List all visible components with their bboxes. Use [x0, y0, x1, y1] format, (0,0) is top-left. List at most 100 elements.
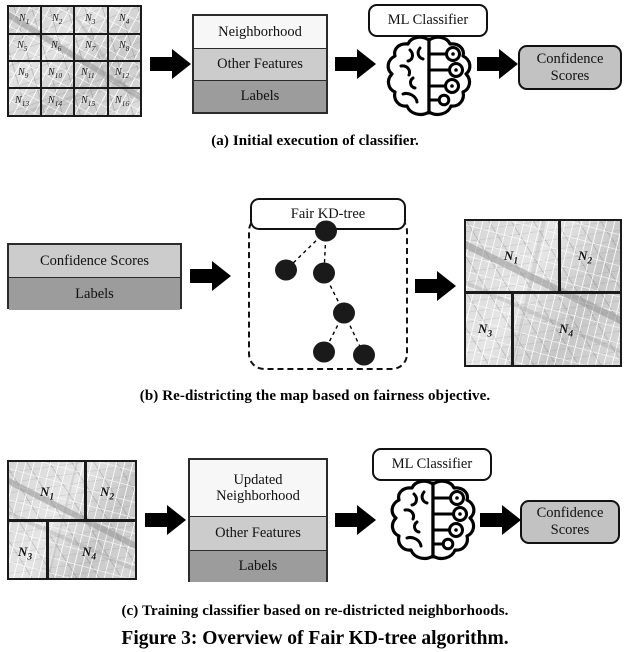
grid-cell-sub: 1 [25, 17, 30, 26]
arrow-features-to-classifier [335, 47, 377, 81]
grid-cell-base: N [115, 95, 122, 106]
panel-c-caption: (c) Training classifier based on re-dist… [121, 603, 509, 619]
grid-cell-sub: 9 [24, 71, 29, 80]
grid-cell-label: N11 [81, 67, 95, 80]
region-label-n4: N4 [559, 321, 573, 340]
grid-cell-base: N [18, 67, 25, 78]
feature-stack-updated: Updated Neighborhood Other Features Labe… [188, 458, 328, 582]
feature-row-label: Other Features [215, 525, 301, 542]
grid-cell-label: N1 [19, 13, 29, 26]
feature-row-neighborhood: Neighborhood [194, 16, 326, 49]
feature-row-other-features: Other Features [194, 49, 326, 81]
region-base: N [100, 484, 110, 499]
region-sub: 4 [568, 329, 574, 340]
grid-line-h [9, 60, 140, 62]
grid-cell-label: N12 [115, 67, 129, 80]
redistricted-map-b: N1 N2 N3 N4 [464, 219, 622, 367]
region-label-n1: N1 [40, 484, 54, 503]
grid-cell-sub: 8 [125, 44, 130, 53]
ml-classifier-label-text: ML Classifier [387, 12, 469, 29]
grid-cell-base: N [17, 40, 24, 51]
confidence-scores-line2: Scores [550, 67, 590, 84]
region-base: N [559, 321, 569, 336]
region-base: N [504, 248, 514, 263]
region-label-n2: N2 [100, 484, 114, 503]
region-base: N [40, 484, 50, 499]
arrow-features-to-classifier [335, 503, 377, 537]
tree-node [275, 259, 297, 281]
district-divider-h [9, 519, 135, 522]
grid-cell-base: N [52, 13, 59, 24]
region-label-n1: N1 [504, 248, 518, 267]
brain-circuit-icon [383, 34, 475, 120]
grid-cell-base: N [48, 67, 55, 78]
ml-classifier-label-a: ML Classifier [368, 4, 488, 37]
region-label-n2: N2 [578, 248, 592, 267]
tree-node [353, 344, 375, 366]
feature-row-label: Labels [238, 558, 278, 575]
district-divider-v-top [558, 221, 561, 291]
feature-row-labels: Labels [194, 81, 326, 112]
feature-row-label: Labels [75, 285, 114, 302]
feature-row-other-features: Other Features [190, 517, 326, 551]
grid-cell-sub: 5 [23, 44, 28, 53]
grid-cell-sub: 14 [54, 99, 63, 108]
ml-classifier-label-c: ML Classifier [372, 448, 492, 481]
confidence-scores-box-c: Confidence Scores [520, 500, 620, 544]
feature-row-confidence-scores: Confidence Scores [9, 245, 180, 278]
tree-node [313, 262, 335, 284]
grid-line-h [9, 87, 140, 89]
ml-classifier-label-text: ML Classifier [391, 456, 473, 473]
arrow-input-to-tree [190, 259, 232, 293]
region-base: N [18, 544, 28, 559]
grid-cell-base: N [85, 13, 92, 24]
grid-cell-base: N [85, 40, 92, 51]
grid-cell-label: N8 [119, 40, 129, 53]
panel-a: N1 N2 N3 N4 N5 N6 N7 N8 N9 N10 N11 N12 N… [0, 0, 630, 155]
grid-cell-base: N [119, 40, 126, 51]
region-label-n3: N3 [18, 544, 32, 563]
region-base: N [578, 248, 588, 263]
panel-b: Confidence Scores Labels Fair KD-tree N1… [0, 185, 630, 410]
region-sub: 3 [27, 552, 33, 563]
grid-cell-label: N10 [48, 67, 62, 80]
kd-tree-graph [248, 215, 408, 370]
panel-c: N1 N2 N3 N4 Updated Neighborhood Other F… [0, 440, 630, 619]
district-divider-v-bottom [46, 519, 49, 578]
confidence-scores-box-a: Confidence Scores [518, 45, 622, 90]
grid-cell-label: N9 [18, 67, 28, 80]
feature-row-labels: Labels [190, 551, 326, 582]
grid-cell-label: N5 [17, 40, 27, 53]
grid-cell-sub: 2 [58, 17, 63, 26]
redistricted-map-c: N1 N2 N3 N4 [7, 460, 137, 580]
brain-circuit-icon [387, 478, 479, 564]
region-sub: 2 [587, 256, 593, 267]
figure-caption: Figure 3: Overview of Fair KD-tree algor… [121, 628, 509, 649]
region-base: N [82, 544, 92, 559]
region-sub: 1 [513, 256, 519, 267]
grid-cell-sub: 6 [57, 44, 62, 53]
region-label-n4: N4 [82, 544, 96, 563]
arrow-classifier-to-output [480, 503, 522, 537]
grid-cell-label: N15 [81, 95, 95, 108]
grid-cell-base: N [81, 95, 88, 106]
confidence-scores-line1: Confidence [536, 505, 604, 522]
uniform-neighborhood-grid: N1 N2 N3 N4 N5 N6 N7 N8 N9 N10 N11 N12 N… [7, 5, 142, 117]
feature-row-label: Confidence Scores [39, 252, 150, 269]
feature-row-updated-neighborhood: Updated Neighborhood [190, 460, 326, 517]
district-divider-h [466, 291, 620, 294]
grid-cell-label: N13 [15, 95, 29, 108]
grid-cell-base: N [51, 40, 58, 51]
feature-stack-confidence-labels: Confidence Scores Labels [7, 243, 182, 310]
feature-row-label: Other Features [217, 56, 303, 73]
panel-a-caption: (a) Initial execution of classifier. [211, 133, 419, 149]
feature-row-label: Neighborhood [218, 23, 302, 40]
arrow-tree-to-map [415, 269, 457, 303]
grid-cell-base: N [19, 13, 26, 24]
tree-node [313, 341, 335, 363]
grid-cell-sub: 11 [87, 71, 95, 80]
grid-cell-base: N [48, 95, 55, 106]
grid-cell-sub: 10 [54, 71, 63, 80]
grid-cell-label: N7 [85, 40, 95, 53]
arrow-map-to-features [145, 503, 187, 537]
